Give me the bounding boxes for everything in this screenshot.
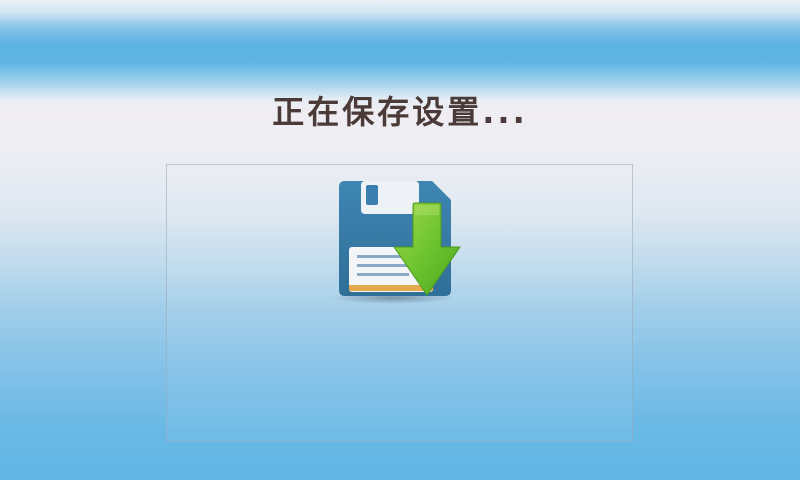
status-title: 正在保存设置... [272,93,528,131]
save-download-icon [331,181,461,304]
progress-panel [166,164,633,442]
save-settings-screen: 正在保存设置... [0,0,800,480]
